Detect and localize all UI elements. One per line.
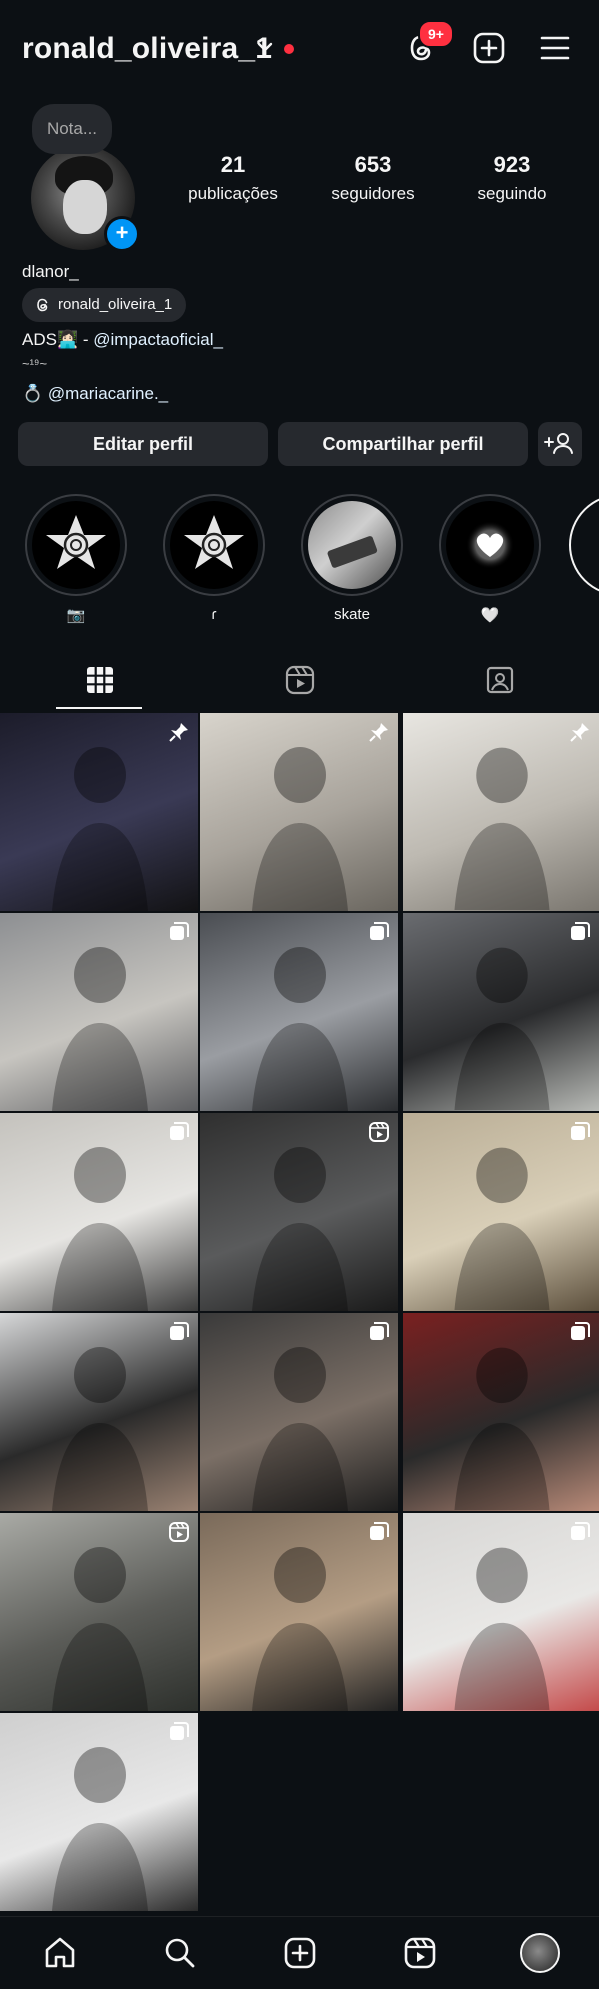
pin-icon xyxy=(570,723,589,742)
grid-post[interactable] xyxy=(200,913,398,1111)
pin-icon xyxy=(369,723,388,742)
followers-value: 653 xyxy=(354,152,392,177)
discover-people-button[interactable] xyxy=(538,422,582,466)
active-tab-indicator xyxy=(56,707,142,709)
home-icon[interactable] xyxy=(42,1935,78,1971)
new-highlight[interactable] xyxy=(568,494,599,596)
tab-posts[interactable] xyxy=(0,650,199,710)
grid-post[interactable] xyxy=(403,713,599,911)
grid-post[interactable] xyxy=(0,913,198,1111)
followers-label: seguidores xyxy=(331,184,415,203)
tagged-icon xyxy=(486,666,513,694)
grid-icon xyxy=(86,667,113,693)
create-icon[interactable] xyxy=(471,30,507,66)
threads-handle: ronald_oliveira_1 xyxy=(58,296,173,313)
bio-line-3: 💍 @mariacarine._ xyxy=(22,384,169,403)
highlight-label: skate xyxy=(334,606,370,623)
grid-post[interactable] xyxy=(200,713,398,911)
grid-post[interactable] xyxy=(0,1713,198,1911)
menu-icon[interactable] xyxy=(537,30,573,66)
carousel-icon xyxy=(370,922,389,940)
carousel-icon xyxy=(170,1722,189,1740)
bio-line-2: ~¹⁹~ xyxy=(22,356,48,371)
grid-post[interactable] xyxy=(0,1513,198,1711)
top-bar: ronald_oliveira_1 9+ xyxy=(0,0,599,100)
grid-post[interactable] xyxy=(0,1313,198,1511)
highlight-label: 🤍 xyxy=(480,607,500,624)
grid-post[interactable] xyxy=(0,1113,198,1311)
tab-reels[interactable] xyxy=(200,650,399,710)
status-dot xyxy=(284,44,294,54)
reel-icon xyxy=(369,1122,389,1142)
reels-icon xyxy=(285,665,314,695)
following-label: seguindo xyxy=(477,184,547,203)
add-person-icon xyxy=(544,433,573,454)
carousel-icon xyxy=(370,1322,389,1340)
grid-post[interactable] xyxy=(200,1113,398,1311)
carousel-icon xyxy=(170,1122,189,1140)
display-name: dlanor_ xyxy=(22,262,79,281)
following-value: 923 xyxy=(493,152,531,177)
bottom-navigation xyxy=(0,1916,599,1989)
add-story-icon[interactable]: + xyxy=(104,216,140,252)
reel-icon xyxy=(169,1522,189,1542)
grid-post[interactable] xyxy=(403,1313,599,1511)
grid-post[interactable] xyxy=(403,1513,599,1711)
threads-icon xyxy=(37,298,48,312)
spiral-star-icon xyxy=(184,515,244,569)
followers-count[interactable]: 653 seguidores xyxy=(318,152,428,204)
highlight-label: ɾ xyxy=(211,606,217,623)
edit-profile-button[interactable]: Editar perfil xyxy=(18,422,268,466)
profile-tabs xyxy=(0,650,599,710)
share-profile-button[interactable]: Compartilhar perfil xyxy=(278,422,528,466)
highlight-4[interactable]: 🤍 xyxy=(438,494,542,624)
bio-mention-2[interactable]: @mariacarine._ xyxy=(48,384,168,403)
notification-badge: 9+ xyxy=(418,20,454,48)
posts-count[interactable]: 21 publicações xyxy=(178,152,288,204)
carousel-icon xyxy=(170,922,189,940)
heart-icon xyxy=(466,521,514,569)
highlight-label: 📷 xyxy=(66,607,86,624)
following-count[interactable]: 923 seguindo xyxy=(457,152,567,204)
profile-username[interactable]: ronald_oliveira_1 xyxy=(22,32,272,66)
create-icon[interactable] xyxy=(282,1935,318,1971)
carousel-icon xyxy=(370,1522,389,1540)
bio-mention-1[interactable]: @impactaoficial_ xyxy=(93,330,223,349)
carousel-icon xyxy=(571,922,590,940)
skate-photo xyxy=(327,536,378,568)
spiral-star-icon xyxy=(46,515,106,569)
grid-post[interactable] xyxy=(403,1113,599,1311)
grid-post[interactable] xyxy=(200,1313,398,1511)
highlight-1[interactable]: 📷 xyxy=(24,494,128,624)
highlight-2[interactable]: ɾ xyxy=(162,494,266,623)
carousel-icon xyxy=(571,1322,590,1340)
threads-link[interactable]: ronald_oliveira_1 xyxy=(22,288,187,322)
posts-label: publicações xyxy=(188,184,278,203)
carousel-icon xyxy=(170,1322,189,1340)
posts-value: 21 xyxy=(220,152,246,177)
note-bubble[interactable]: Nota... xyxy=(32,104,112,154)
chevron-down-icon[interactable] xyxy=(256,38,274,56)
grid-post[interactable] xyxy=(0,713,198,911)
grid-post[interactable] xyxy=(200,1513,398,1711)
search-icon[interactable] xyxy=(162,1935,198,1971)
tab-tagged[interactable] xyxy=(400,650,599,710)
pin-icon xyxy=(169,723,188,742)
bio-line-1: ADS👩🏻‍💻 - @impactaoficial_ xyxy=(22,330,223,349)
profile-avatar[interactable] xyxy=(520,1933,560,1973)
carousel-icon xyxy=(571,1122,590,1140)
highlight-3[interactable]: skate xyxy=(300,494,404,623)
reels-icon[interactable] xyxy=(402,1935,438,1971)
carousel-icon xyxy=(571,1522,590,1540)
grid-post[interactable] xyxy=(403,913,599,1111)
